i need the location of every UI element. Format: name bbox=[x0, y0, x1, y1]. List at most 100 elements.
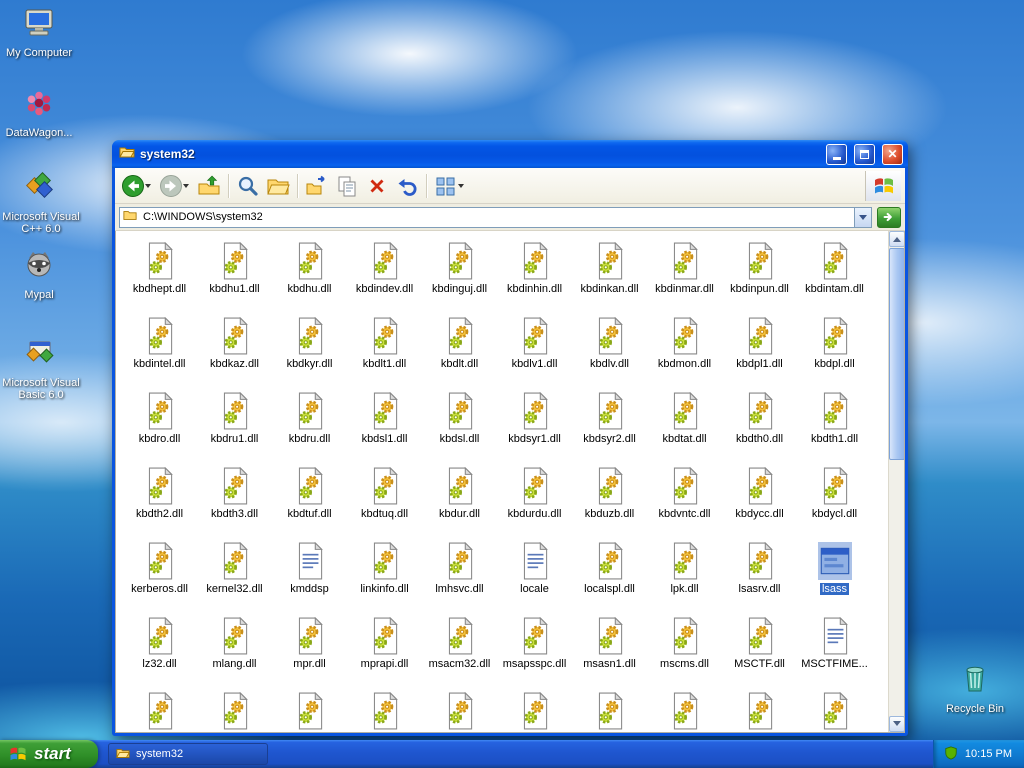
undo-button[interactable] bbox=[393, 171, 421, 201]
file-item[interactable]: lsasrv.dll bbox=[722, 537, 797, 612]
minimize-button[interactable] bbox=[826, 143, 847, 165]
tray-shield-icon[interactable] bbox=[944, 745, 958, 763]
desktop-icon-datawagon[interactable]: DataWagon... bbox=[0, 88, 78, 139]
desktop-icon-visual-cpp[interactable]: Microsoft Visual C++ 6.0 bbox=[2, 170, 80, 235]
file-item[interactable]: locale bbox=[497, 537, 572, 612]
file-item[interactable]: kbduzb.dll bbox=[572, 462, 647, 537]
file-item[interactable]: kbdintel.dll bbox=[122, 312, 197, 387]
file-item[interactable] bbox=[797, 687, 872, 732]
file-item[interactable]: lsass bbox=[797, 537, 872, 612]
address-combo[interactable] bbox=[119, 206, 872, 228]
file-item[interactable]: kbdinkan.dll bbox=[572, 237, 647, 312]
titlebar[interactable]: system32 ✕ bbox=[112, 140, 908, 168]
file-item[interactable]: kbdlv.dll bbox=[572, 312, 647, 387]
vertical-scrollbar[interactable] bbox=[888, 231, 904, 732]
file-item[interactable] bbox=[572, 687, 647, 732]
file-item[interactable]: MSCTFIME... bbox=[797, 612, 872, 687]
start-button[interactable]: start bbox=[0, 740, 98, 768]
file-item[interactable] bbox=[422, 687, 497, 732]
file-item[interactable] bbox=[722, 687, 797, 732]
maximize-button[interactable] bbox=[854, 143, 875, 165]
close-button[interactable]: ✕ bbox=[882, 143, 903, 165]
file-item[interactable]: kbdlt.dll bbox=[422, 312, 497, 387]
file-item[interactable]: kbdth1.dll bbox=[797, 387, 872, 462]
scroll-down-button[interactable] bbox=[889, 716, 904, 732]
file-item[interactable]: kbdru1.dll bbox=[197, 387, 272, 462]
file-item[interactable]: kbdtat.dll bbox=[647, 387, 722, 462]
desktop-icon-visual-basic[interactable]: Microsoft Visual Basic 6.0 bbox=[2, 336, 80, 401]
file-item[interactable]: localspl.dll bbox=[572, 537, 647, 612]
file-item[interactable]: kbdhu1.dll bbox=[197, 237, 272, 312]
file-item[interactable]: kbdinpun.dll bbox=[722, 237, 797, 312]
file-item[interactable]: msacm32.dll bbox=[422, 612, 497, 687]
file-item[interactable]: kbdsl1.dll bbox=[347, 387, 422, 462]
file-item[interactable]: kbdurdu.dll bbox=[497, 462, 572, 537]
file-item[interactable]: lmhsvc.dll bbox=[422, 537, 497, 612]
file-item[interactable]: kbdhu.dll bbox=[272, 237, 347, 312]
desktop-icon-my-computer[interactable]: My Computer bbox=[0, 6, 78, 59]
desktop-icon-recycle-bin[interactable]: Recycle Bin bbox=[936, 660, 1014, 715]
file-item[interactable]: kbdvntc.dll bbox=[647, 462, 722, 537]
file-item[interactable]: mscms.dll bbox=[647, 612, 722, 687]
views-button[interactable] bbox=[432, 171, 468, 201]
file-item[interactable]: kbdkyr.dll bbox=[272, 312, 347, 387]
file-item[interactable]: msasn1.dll bbox=[572, 612, 647, 687]
file-item[interactable]: lpk.dll bbox=[647, 537, 722, 612]
file-item[interactable]: kbdkaz.dll bbox=[197, 312, 272, 387]
file-item[interactable]: kbdth2.dll bbox=[122, 462, 197, 537]
desktop-icon-mypal[interactable]: Mypal bbox=[0, 248, 78, 301]
file-item[interactable]: mlang.dll bbox=[197, 612, 272, 687]
forward-button[interactable] bbox=[157, 171, 193, 201]
copy-to-button[interactable] bbox=[333, 171, 361, 201]
file-item[interactable] bbox=[347, 687, 422, 732]
move-to-button[interactable] bbox=[303, 171, 331, 201]
file-item[interactable]: kbdhept.dll bbox=[122, 237, 197, 312]
search-button[interactable] bbox=[234, 171, 262, 201]
file-item[interactable]: kbdinguj.dll bbox=[422, 237, 497, 312]
file-item[interactable]: mprapi.dll bbox=[347, 612, 422, 687]
file-item[interactable]: lz32.dll bbox=[122, 612, 197, 687]
file-item[interactable]: kbdindev.dll bbox=[347, 237, 422, 312]
file-item[interactable]: kmddsp bbox=[272, 537, 347, 612]
file-item[interactable]: kbdth3.dll bbox=[197, 462, 272, 537]
file-item[interactable]: kbdtuq.dll bbox=[347, 462, 422, 537]
file-item[interactable] bbox=[122, 687, 197, 732]
file-item[interactable]: mpr.dll bbox=[272, 612, 347, 687]
file-item[interactable]: kbdpl.dll bbox=[797, 312, 872, 387]
file-item[interactable]: kbdinhin.dll bbox=[497, 237, 572, 312]
folders-button[interactable] bbox=[264, 171, 292, 201]
file-item[interactable]: kbdsl.dll bbox=[422, 387, 497, 462]
delete-button[interactable] bbox=[363, 171, 391, 201]
file-item[interactable]: kbdlt1.dll bbox=[347, 312, 422, 387]
file-item[interactable]: kbdsyr2.dll bbox=[572, 387, 647, 462]
scrollbar-thumb[interactable] bbox=[889, 248, 904, 460]
file-item[interactable]: kernel32.dll bbox=[197, 537, 272, 612]
file-item[interactable]: kbdth0.dll bbox=[722, 387, 797, 462]
file-item[interactable]: kbdpl1.dll bbox=[722, 312, 797, 387]
file-item[interactable]: kbdur.dll bbox=[422, 462, 497, 537]
address-dropdown-button[interactable] bbox=[854, 207, 871, 227]
file-item[interactable]: kerberos.dll bbox=[122, 537, 197, 612]
file-item[interactable]: kbdmon.dll bbox=[647, 312, 722, 387]
go-button[interactable] bbox=[877, 206, 901, 228]
file-item[interactable]: kbdtuf.dll bbox=[272, 462, 347, 537]
file-item[interactable]: kbdlv1.dll bbox=[497, 312, 572, 387]
address-input[interactable] bbox=[141, 207, 850, 227]
file-item[interactable] bbox=[197, 687, 272, 732]
file-item[interactable]: kbdycl.dll bbox=[797, 462, 872, 537]
up-button[interactable] bbox=[195, 171, 223, 201]
file-item[interactable]: msapsspc.dll bbox=[497, 612, 572, 687]
file-item[interactable]: kbdsyr1.dll bbox=[497, 387, 572, 462]
scroll-up-button[interactable] bbox=[889, 231, 904, 247]
file-item[interactable]: kbdintam.dll bbox=[797, 237, 872, 312]
back-button[interactable] bbox=[119, 171, 155, 201]
file-item[interactable]: kbdinmar.dll bbox=[647, 237, 722, 312]
file-item[interactable]: MSCTF.dll bbox=[722, 612, 797, 687]
file-item[interactable]: linkinfo.dll bbox=[347, 537, 422, 612]
file-item[interactable]: kbdro.dll bbox=[122, 387, 197, 462]
file-item[interactable]: kbdycc.dll bbox=[722, 462, 797, 537]
file-item[interactable] bbox=[647, 687, 722, 732]
file-item[interactable]: kbdru.dll bbox=[272, 387, 347, 462]
file-item[interactable] bbox=[497, 687, 572, 732]
file-item[interactable] bbox=[272, 687, 347, 732]
